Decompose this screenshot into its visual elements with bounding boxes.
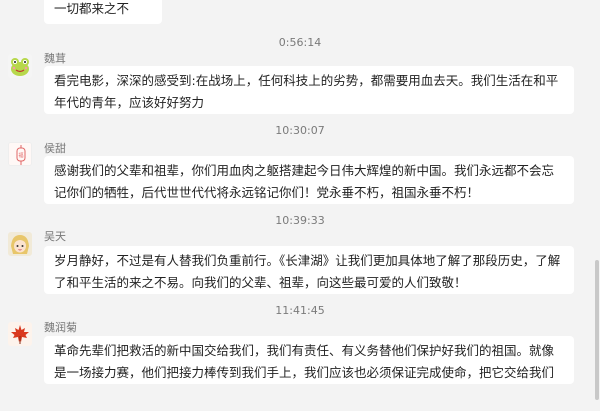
message-bubble: 岁月静好，不过是有人替我们负重前行。《长津湖》让我们更加具体地了解了那段历史，了…: [44, 246, 574, 294]
timestamp: 10:30:07: [275, 124, 325, 137]
scrollbar-thumb[interactable]: [595, 260, 599, 400]
sender-name: 魏润菊: [44, 321, 77, 334]
message-bubble: 革命先辈们把救活的新中国交给我们，我们有责任、有义务替他们保护好我们的祖国。就像…: [44, 336, 574, 384]
lantern-avatar[interactable]: 福: [8, 142, 32, 166]
message-text: 一切都来之不易。: [54, 1, 130, 24]
cartoon-frog-avatar[interactable]: [8, 54, 32, 78]
message-text: 革命先辈们把救活的新中国交给我们，我们有责任、有义务替他们保护好我们的祖国。就像…: [54, 343, 555, 380]
maple-leaf-avatar[interactable]: [8, 322, 32, 346]
sender-name: 魏茸: [44, 52, 66, 65]
chat-history: 一切都来之不易。 0:56:14 魏茸 看完电影，深深的感受到:在战场上，任何科…: [0, 0, 600, 411]
sender-name: 侯甜: [44, 142, 66, 155]
message-text: 感谢我们的父辈和祖辈，你们用血肉之躯搭建起今日伟大辉煌的新中国。我们永远都不会忘…: [54, 163, 555, 200]
message-text: 岁月静好，不过是有人替我们负重前行。《长津湖》让我们更加具体地了解了那段历史，了…: [54, 253, 561, 290]
message-text: 看完电影，深深的感受到:在战场上，任何科技上的劣势，都需要用血去天。我们生活在和…: [54, 73, 559, 110]
message-bubble: 一切都来之不易。: [44, 0, 162, 24]
timestamp: 11:41:45: [275, 304, 325, 317]
sender-name: 吴天: [44, 230, 66, 243]
svg-text:福: 福: [18, 152, 23, 159]
message-bubble: 感谢我们的父辈和祖辈，你们用血肉之躯搭建起今日伟大辉煌的新中国。我们永远都不会忘…: [44, 156, 574, 204]
message-bubble: 看完电影，深深的感受到:在战场上，任何科技上的劣势，都需要用血去天。我们生活在和…: [44, 66, 574, 114]
timestamp: 10:39:33: [275, 214, 325, 227]
anime-girl-avatar[interactable]: [8, 232, 32, 256]
timestamp: 0:56:14: [278, 36, 322, 49]
chat-scrollbar[interactable]: [594, 0, 600, 411]
